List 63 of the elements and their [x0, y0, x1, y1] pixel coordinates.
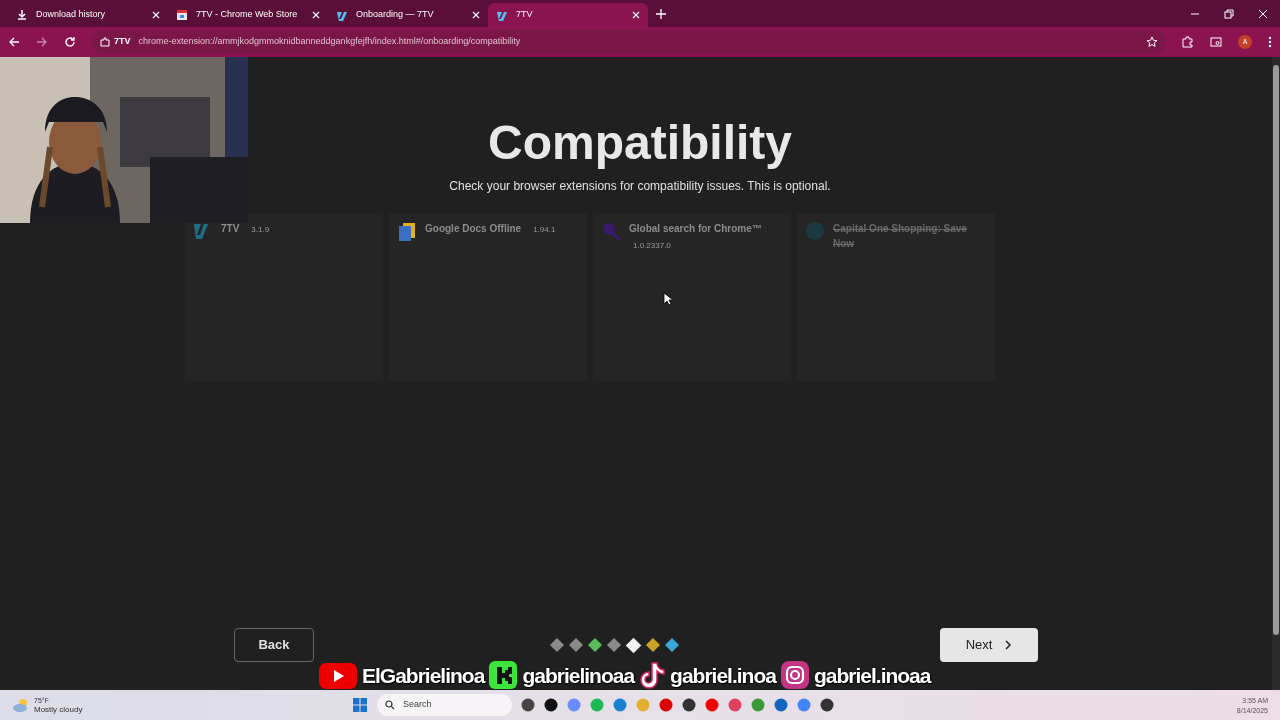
app-icon[interactable] — [682, 698, 696, 712]
download-icon — [16, 9, 28, 21]
new-tab-icon[interactable] — [656, 9, 666, 19]
social-handle: gabriel.inoa — [670, 664, 776, 686]
close-icon[interactable] — [312, 11, 320, 19]
back-button[interactable]: Back — [234, 628, 314, 662]
bookmark-star-icon[interactable] — [1146, 36, 1158, 48]
seven-tv-logo-icon — [496, 9, 508, 21]
chevron-right-icon — [1004, 640, 1013, 650]
close-icon[interactable] — [632, 11, 640, 19]
weather-text: Mostly cloudy — [34, 705, 83, 714]
scrollbar-thumb[interactable] — [1273, 65, 1279, 635]
search-icon — [385, 700, 395, 710]
url-text: chrome-extension://ammjkodgmmoknidbanneddgankgfejfh/index.html#/onboarding/compatibility — [138, 35, 521, 49]
extension-name: 7TV — [221, 222, 240, 236]
browser-tab[interactable]: 7TV — [488, 3, 648, 27]
extension-version: 3.1.9 — [250, 224, 270, 236]
tab-title: 7TV — [516, 8, 534, 22]
app-icon[interactable] — [820, 698, 834, 712]
close-icon[interactable] — [152, 11, 160, 19]
next-button[interactable]: Next — [940, 628, 1038, 662]
browser-tab[interactable]: 7TV - Chrome Web Store — [168, 3, 328, 27]
extension-version: 1.0.2337.0 — [632, 240, 672, 252]
close-icon[interactable] — [472, 11, 480, 19]
music-note-logo-icon — [638, 660, 667, 690]
extension-name: Google Docs Offline — [425, 222, 522, 236]
mouse-cursor-icon — [663, 292, 672, 306]
social-handle: gabrielinoaa — [522, 664, 635, 686]
cloudy-weather-icon — [12, 698, 30, 712]
camera-logo-icon — [779, 660, 810, 690]
seven-tv-logo-icon — [336, 9, 348, 21]
tab-title: 7TV - Chrome Web Store — [196, 8, 299, 22]
windows-start-icon[interactable] — [352, 697, 368, 713]
page-title: Compatibility — [488, 119, 792, 167]
search-placeholder: Search — [403, 698, 432, 712]
tab-title: Onboarding — 7TV — [356, 8, 435, 22]
play-logo-icon — [318, 660, 358, 690]
extensions-icon[interactable] — [1182, 36, 1194, 48]
browser-tab[interactable]: Download history — [8, 3, 168, 27]
taskbar-search-field[interactable]: Search — [377, 694, 512, 716]
forward-arrow-icon — [36, 36, 48, 48]
social-handle: ElGabrielinoa — [362, 664, 485, 686]
site-label: 7TV — [100, 35, 131, 49]
social-handle: gabriel.inoaa — [813, 664, 931, 686]
store-icon — [176, 9, 188, 21]
documents-icon — [397, 221, 417, 241]
app-icon[interactable] — [544, 698, 558, 712]
address-bar[interactable]: 7TV chrome-extension://ammjkodgmmoknidbanneddgankgfejfh/index.html#/onboarding/compatibility — [92, 30, 1166, 54]
extension-name: Capital One Shopping: Save Now — [833, 222, 968, 251]
page-subtitle: Check your browser extensions for compatibility issues. This is optional. — [449, 178, 831, 195]
k-logo-icon — [488, 660, 519, 690]
close-icon[interactable] — [1258, 8, 1268, 19]
back-arrow-icon[interactable] — [8, 36, 20, 48]
extension-name: Global search for Chrome™ — [629, 222, 762, 236]
more-menu-icon[interactable] — [1268, 36, 1272, 48]
browser-tab[interactable]: Onboarding — 7TV — [328, 3, 488, 27]
circle-icon — [805, 221, 825, 241]
restore-icon[interactable] — [1224, 8, 1234, 19]
extension-version: 1.94.1 — [532, 224, 556, 236]
reload-icon[interactable] — [64, 36, 76, 48]
magnifier-icon — [601, 221, 621, 241]
media-search-icon[interactable] — [1210, 36, 1222, 48]
tab-title: Download history — [36, 8, 107, 22]
